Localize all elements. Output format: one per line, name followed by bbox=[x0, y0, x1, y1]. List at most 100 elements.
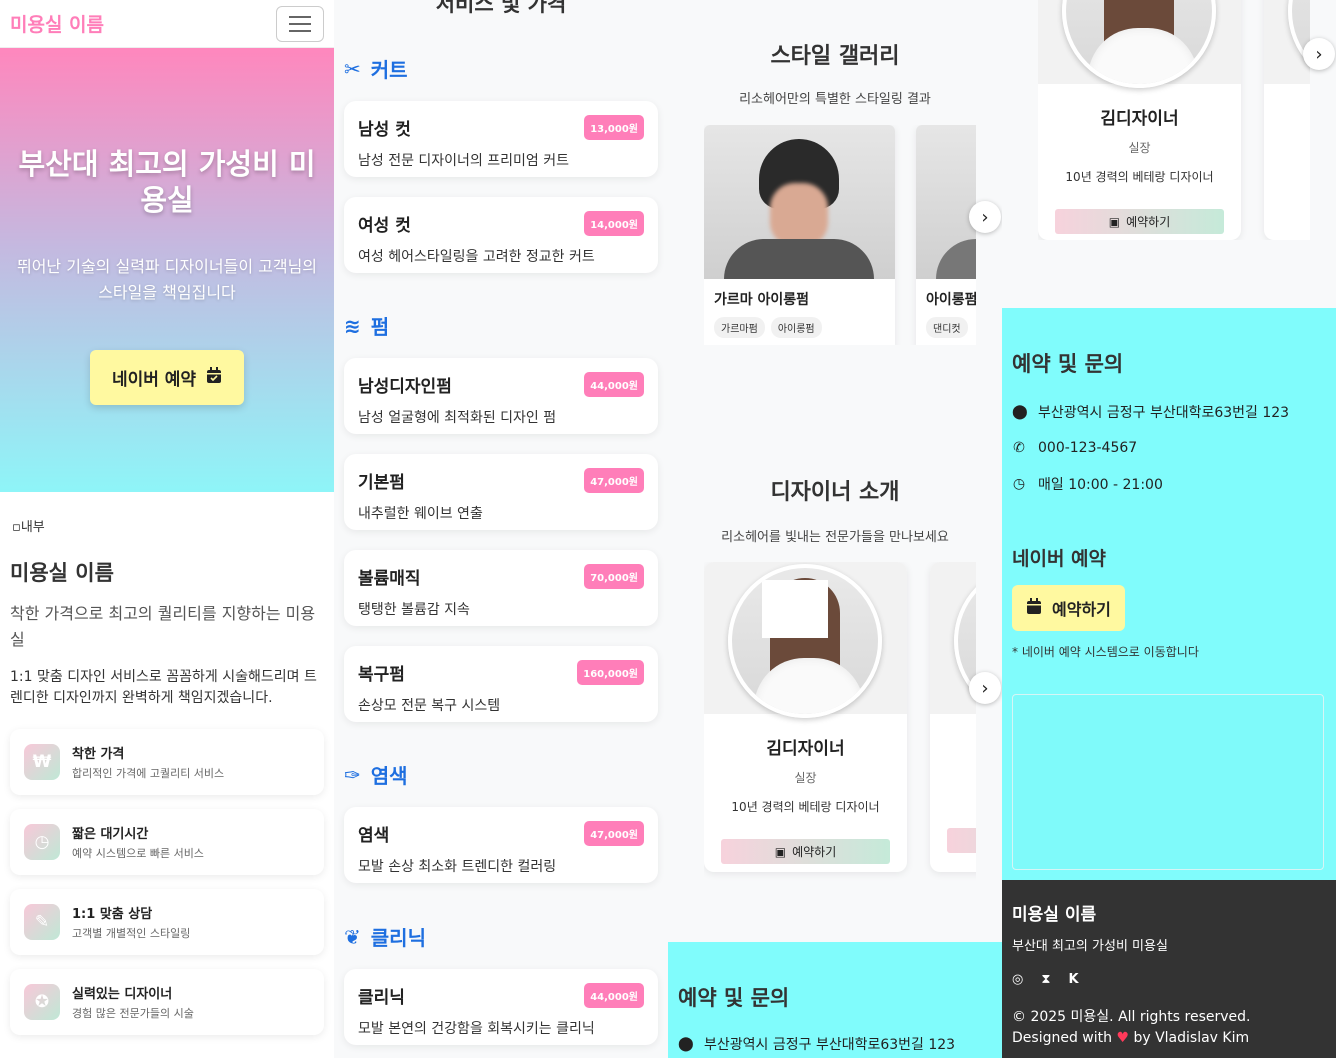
feature-text: 1:1 맞춤 상담 고객별 개별적인 스타일링 bbox=[72, 903, 190, 941]
contact-title: 예약 및 문의 bbox=[678, 986, 790, 1010]
designer-next-button[interactable]: › bbox=[1303, 38, 1335, 70]
contact-address: 부산광역시 금정구 부산대학로63번길 123 bbox=[1038, 405, 1290, 421]
designed-by: Designed with ♥ by Vladislav Kim bbox=[1012, 1028, 1326, 1049]
designer-role: 실장 bbox=[1128, 141, 1151, 155]
service-desc: 여성 헤어스타일링을 고려한 정교한 커트 bbox=[358, 249, 595, 265]
about-desc: 1:1 맞춤 디자인 서비스로 꼼꼼하게 시술해드리며 트렌디한 디자인까지 완… bbox=[10, 669, 317, 706]
feature-subtitle: 합리적인 가격에 고퀄리티 서비스 bbox=[72, 767, 225, 780]
map-embed[interactable] bbox=[1012, 694, 1324, 870]
clock-icon: ◷ bbox=[1012, 476, 1026, 492]
contact-address-row: ⬤ 부산광역시 금정구 부산대학로63번길 123 bbox=[1012, 402, 1326, 422]
designers-subtitle: 리소헤어를 빛내는 전문가들을 만나보세요 bbox=[721, 530, 949, 545]
price-badge: 47,000원 bbox=[584, 468, 644, 493]
feature-text: 짧은 대기시간 예약 시스템으로 빠른 서비스 bbox=[72, 823, 204, 861]
designer-card bbox=[930, 562, 976, 872]
designer-reserve-label: 예약하기 bbox=[1126, 215, 1171, 229]
designer-avatar bbox=[728, 564, 882, 718]
designer-card: 김디자이너 실장 10년 경력의 베테랑 디자이너 ▣ 예약하기 bbox=[704, 562, 907, 872]
designers-title: 디자이너 소개 bbox=[770, 480, 900, 505]
naver-note: * 네이버 예약 시스템으로 이동합니다 bbox=[1012, 645, 1199, 659]
designer-card-top bbox=[704, 562, 907, 718]
service-desc: 손상모 전문 복구 시스템 bbox=[358, 698, 501, 714]
hourglass-icon[interactable]: ⧗ bbox=[1041, 972, 1050, 987]
avatar-cover bbox=[762, 580, 828, 638]
service-card: 여성 컷 여성 헤어스타일링을 고려한 정교한 커트 14,000원 bbox=[344, 197, 658, 273]
calendar-icon bbox=[1026, 597, 1042, 619]
designer-name: 김디자이너 bbox=[766, 739, 845, 759]
page: 미용실 이름 부산대 최고의 가성비 미용실 뛰어난 기술의 실력파 디자이너들… bbox=[0, 0, 1336, 1058]
price-badge: 160,000원 bbox=[577, 660, 644, 685]
brush-icon: ✑ bbox=[344, 762, 361, 787]
naver-reserve-button[interactable]: 예약하기 bbox=[1012, 585, 1125, 631]
brand-logo[interactable]: 미용실 이름 bbox=[10, 10, 104, 37]
panel-services: 서비스 및 가격 ✂ 커트 ≋ 펌 ✑ 염색 ❦ 클리닉 남성 컷 남성 전문 … bbox=[334, 0, 668, 1058]
service-desc: 탱탱한 볼륨감 지속 bbox=[358, 602, 470, 618]
naver-reservation-button[interactable]: 네이버 예약 bbox=[89, 350, 245, 405]
hero: 부산대 최고의 가성비 미용실 뛰어난 기술의 실력파 디자이너들이 고객님의 … bbox=[0, 48, 334, 492]
service-card: 클리닉 모발 본연의 건강함을 회복시키는 클리닉 44,000원 bbox=[344, 969, 658, 1045]
gallery-tag: 아이롱펌 bbox=[770, 317, 822, 338]
about-section: ▫내부 미용실 이름 착한 가격으로 최고의 퀄리티를 지향하는 미용실 1:1… bbox=[0, 492, 334, 1035]
photo-shirt bbox=[936, 239, 976, 279]
designer-next-button[interactable]: › bbox=[969, 672, 1001, 704]
designer-reserve-button[interactable] bbox=[947, 828, 976, 853]
footer-title: 미용실 이름 bbox=[1012, 905, 1097, 925]
gallery-photo bbox=[704, 125, 895, 279]
won-icon: ₩ bbox=[24, 744, 60, 780]
designer-carousel-partial: 김디자이너 실장 10년 경력의 베테랑 디자이너 ▣ 예약하기 bbox=[1038, 0, 1310, 240]
kakao-icon[interactable]: K bbox=[1068, 972, 1078, 987]
scissors-icon: ✂ bbox=[344, 56, 361, 81]
designed-post: by Vladislav Kim bbox=[1133, 1030, 1250, 1046]
designer-exp: 10년 경력의 베테랑 디자이너 bbox=[1065, 170, 1214, 184]
copyright-text: © 2025 미용실. All rights reserved. bbox=[1012, 1009, 1251, 1025]
phone-icon: ✆ bbox=[1013, 440, 1025, 456]
contact-hours-row: ◷ 매일 10:00 - 21:00 bbox=[1012, 474, 1326, 494]
map-marker-icon: ⬤ bbox=[678, 1036, 694, 1052]
feature-subtitle: 고객별 개별적인 스타일링 bbox=[72, 927, 191, 940]
price-badge: 47,000원 bbox=[584, 821, 644, 846]
designers-section: 디자이너 소개 리소헤어를 빛내는 전문가들을 만나보세요 김디자이너 실장 1… bbox=[668, 434, 1002, 942]
designer-avatar bbox=[1062, 0, 1216, 88]
panel-gallery-designers: 스타일 갤러리 리소헤어만의 특별한 스타일링 결과 가르마 아이롱펌 가르마펌… bbox=[668, 0, 1002, 1058]
calendar-icon: ▣ bbox=[774, 844, 787, 859]
interior-image-alt: 내부 bbox=[20, 520, 45, 535]
gallery-card[interactable]: 아이롱펌 댄디컷 bbox=[916, 125, 976, 345]
price-badge: 13,000원 bbox=[584, 115, 644, 140]
category-2: ✑ 염색 bbox=[334, 760, 418, 789]
feature-list: ₩ 착한 가격 합리적인 가격에 고퀄리티 서비스 ◷ 짧은 대기시간 예약 시스… bbox=[10, 729, 324, 1035]
category-label: 클리닉 bbox=[370, 926, 426, 950]
gallery-carousel: 가르마 아이롱펌 가르마펌 아이롱펌 아이롱펌 댄디컷 bbox=[704, 125, 976, 345]
price-badge: 44,000원 bbox=[584, 372, 644, 397]
designer-reserve-button[interactable]: ▣ 예약하기 bbox=[1055, 209, 1224, 234]
gallery-tag: 가르마펌 bbox=[714, 317, 765, 338]
services-title: 서비스 및 가격 bbox=[435, 0, 567, 16]
gallery-next-button[interactable]: › bbox=[969, 201, 1001, 233]
feature-title: 1:1 맞춤 상담 bbox=[72, 907, 153, 922]
designed-pre: Designed with bbox=[1012, 1030, 1112, 1046]
heart-icon: ♥ bbox=[1116, 1030, 1130, 1046]
service-desc: 남성 전문 디자이너의 프리미엄 커트 bbox=[358, 153, 569, 169]
gallery-card[interactable]: 가르마 아이롱펌 가르마펌 아이롱펌 bbox=[704, 125, 895, 345]
menu-toggle-button[interactable] bbox=[276, 5, 324, 42]
gallery-title: 스타일 갤러리 bbox=[770, 44, 900, 69]
clock-icon: ◷ bbox=[24, 824, 60, 860]
contact-title: 예약 및 문의 bbox=[1012, 352, 1124, 376]
chevron-right-icon: › bbox=[981, 206, 989, 228]
designer-reserve-button[interactable]: ▣ 예약하기 bbox=[721, 839, 890, 864]
gallery-tag: 댄디컷 bbox=[926, 317, 968, 338]
chevron-right-icon: › bbox=[1315, 43, 1323, 65]
contact-phone[interactable]: 000-123-4567 bbox=[1038, 440, 1137, 456]
feature-title: 실력있는 디자이너 bbox=[72, 987, 173, 1002]
about-lead: 착한 가격으로 최고의 퀄리티를 지향하는 미용실 bbox=[10, 604, 316, 649]
price-badge: 44,000원 bbox=[584, 983, 644, 1008]
feature-card: ✎ 1:1 맞춤 상담 고객별 개별적인 스타일링 bbox=[10, 889, 324, 955]
social-links: ◎ ⧗ K bbox=[1012, 972, 1326, 987]
designer-role: 실장 bbox=[794, 771, 817, 785]
feature-title: 짧은 대기시간 bbox=[72, 827, 149, 842]
hamburger-line bbox=[289, 29, 311, 32]
contact-phone-row: ✆ 000-123-4567 bbox=[1012, 440, 1326, 456]
designer-exp: 10년 경력의 베테랑 디자이너 bbox=[731, 800, 880, 814]
instagram-icon[interactable]: ◎ bbox=[1012, 972, 1023, 987]
photo-shirt bbox=[724, 239, 874, 279]
